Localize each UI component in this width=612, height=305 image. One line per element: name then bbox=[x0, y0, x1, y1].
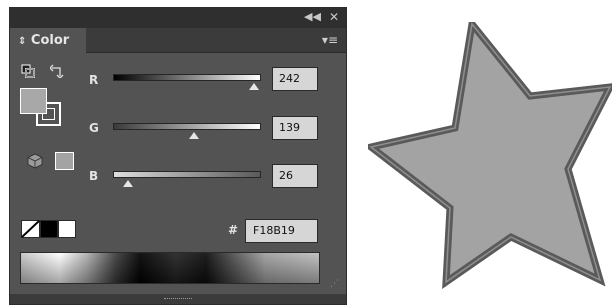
red-label: R bbox=[89, 73, 99, 87]
red-slider-track[interactable] bbox=[113, 74, 261, 81]
green-value-input[interactable]: 139 bbox=[272, 116, 318, 140]
none-swatch[interactable] bbox=[21, 220, 40, 238]
blue-slider-thumb[interactable] bbox=[123, 180, 133, 187]
collapse-panel-icon[interactable]: ◀◀ bbox=[304, 10, 321, 24]
expand-options-icon: ⇕ bbox=[18, 36, 27, 47]
panel-title-bar: ◀◀ ✕ bbox=[10, 8, 346, 28]
gamut-color-swatch[interactable] bbox=[55, 152, 74, 170]
red-slider-thumb[interactable] bbox=[249, 83, 259, 90]
resize-grip-icon[interactable]: ⋰ bbox=[330, 279, 339, 289]
blue-slider-track[interactable] bbox=[113, 171, 261, 178]
hex-label: # bbox=[228, 223, 239, 237]
swap-fill-stroke-icon[interactable] bbox=[50, 64, 64, 78]
red-value-input[interactable]: 242 bbox=[272, 67, 318, 91]
close-icon[interactable]: ✕ bbox=[329, 10, 339, 24]
panel-bottom-bar bbox=[10, 294, 346, 304]
color-spectrum-bar[interactable] bbox=[20, 252, 320, 284]
panel-tab-row: ⇕ Color ▾≡ bbox=[10, 28, 346, 53]
panel-menu-icon[interactable]: ▾≡ bbox=[322, 33, 338, 47]
panel-drag-grip[interactable] bbox=[164, 298, 192, 301]
default-fill-stroke-icon[interactable] bbox=[21, 64, 35, 78]
tab-color-label: Color bbox=[30, 33, 70, 48]
blue-value-input[interactable]: 26 bbox=[272, 164, 318, 188]
cube-icon[interactable] bbox=[27, 153, 43, 169]
black-swatch[interactable] bbox=[40, 220, 58, 238]
star-shape[interactable] bbox=[368, 22, 612, 292]
green-slider-track[interactable] bbox=[113, 123, 261, 130]
white-swatch[interactable] bbox=[58, 220, 76, 238]
green-slider-thumb[interactable] bbox=[189, 132, 199, 139]
hex-value-input[interactable]: F18B19 bbox=[245, 219, 318, 243]
blue-label: B bbox=[89, 169, 99, 183]
fill-swatch[interactable] bbox=[20, 88, 47, 114]
spectrum-shading bbox=[21, 253, 319, 283]
green-label: G bbox=[89, 121, 99, 135]
tab-color[interactable]: ⇕ Color bbox=[10, 28, 86, 53]
color-panel: ◀◀ ✕ ⇕ Color ▾≡ R 242 G 139 B 26 # F18B1… bbox=[9, 7, 347, 305]
